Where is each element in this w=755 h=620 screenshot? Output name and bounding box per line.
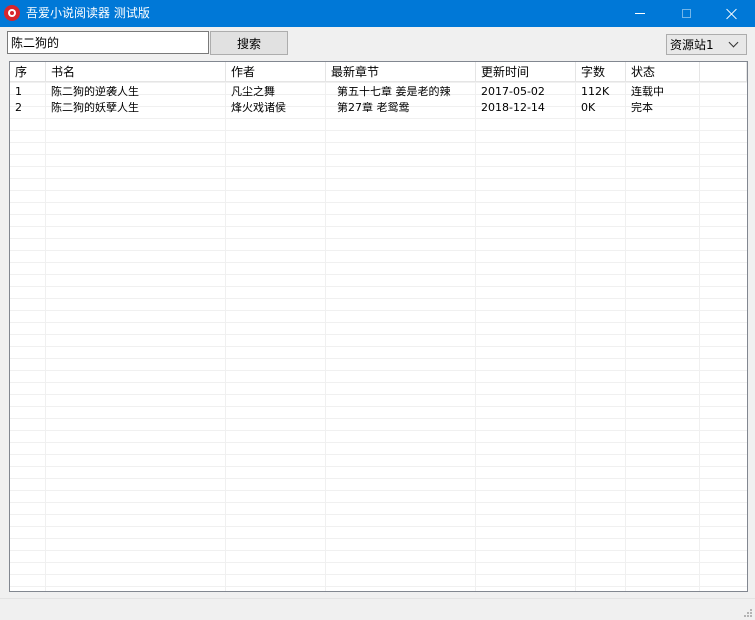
- table-row[interactable]: 2 陈二狗的妖孽人生 烽火戏诸侯 第27章 老鸳鸯 2018-12-14 0K …: [10, 102, 747, 114]
- minimize-icon: [635, 13, 645, 14]
- row-updated: 2018-12-14: [481, 102, 545, 114]
- column-header-index[interactable]: 序: [10, 62, 46, 82]
- row-words: 112K: [581, 86, 610, 98]
- row-status: 连载中: [631, 86, 664, 98]
- row-updated: 2017-05-02: [481, 86, 545, 98]
- resize-grip-icon[interactable]: [741, 606, 753, 618]
- search-button[interactable]: 搜索: [210, 31, 288, 55]
- row-words: 0K: [581, 102, 596, 114]
- title-bar[interactable]: 吾爱小说阅读器 测试版: [0, 0, 755, 27]
- row-latest-chapter: 第27章 老鸳鸯: [337, 102, 410, 114]
- row-index: 1: [15, 86, 22, 98]
- column-header-empty: [700, 62, 747, 82]
- source-select[interactable]: 资源站1: [666, 34, 747, 55]
- column-header-status[interactable]: 状态: [626, 62, 700, 82]
- grid-lines: [10, 82, 747, 591]
- table-row[interactable]: 1 陈二狗的逆袭人生 凡尘之舞 第五十七章 姜是老的辣 2017-05-02 1…: [10, 86, 747, 98]
- column-header-title[interactable]: 书名: [46, 62, 226, 82]
- column-header-words[interactable]: 字数: [576, 62, 626, 82]
- window-title: 吾爱小说阅读器 测试版: [26, 6, 150, 20]
- list-header: 序 书名 作者 最新章节 更新时间 字数 状态: [10, 62, 747, 82]
- app-icon: [4, 5, 20, 21]
- column-header-author[interactable]: 作者: [226, 62, 326, 82]
- close-icon: [726, 8, 738, 20]
- search-input[interactable]: [7, 31, 209, 54]
- row-author: 烽火戏诸侯: [231, 102, 286, 114]
- close-button[interactable]: [709, 0, 755, 27]
- column-header-latest-chapter[interactable]: 最新章节: [326, 62, 476, 82]
- maximize-button[interactable]: [663, 0, 709, 27]
- row-index: 2: [15, 102, 22, 114]
- minimize-button[interactable]: [617, 0, 663, 27]
- row-status: 完本: [631, 102, 653, 114]
- row-latest-chapter: 第五十七章 姜是老的辣: [337, 86, 451, 98]
- source-select-value: 资源站1: [670, 38, 714, 52]
- row-author: 凡尘之舞: [231, 86, 275, 98]
- row-title: 陈二狗的逆袭人生: [51, 86, 139, 98]
- row-title: 陈二狗的妖孽人生: [51, 102, 139, 114]
- results-list[interactable]: 序 书名 作者 最新章节 更新时间 字数 状态 1 陈二狗的逆袭人生 凡尘之舞 …: [9, 61, 748, 592]
- status-bar: [0, 598, 755, 620]
- chevron-down-icon: [728, 37, 739, 48]
- column-header-updated[interactable]: 更新时间: [476, 62, 576, 82]
- maximize-icon: [681, 9, 691, 18]
